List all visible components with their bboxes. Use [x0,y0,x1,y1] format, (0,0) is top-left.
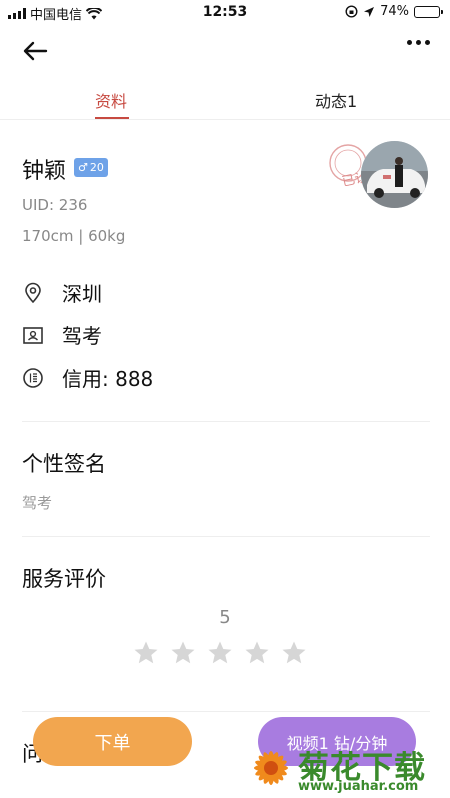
location-arrow-icon [364,6,375,17]
tab-activity[interactable]: 动态1 [315,88,357,112]
battery-percent: 74% [380,4,409,19]
orientation-lock-icon [345,5,358,18]
divider [22,421,430,422]
watermark-url: www.juahar.com [298,779,419,794]
star-icon [134,641,158,664]
credit-icon [23,367,43,388]
back-arrow-icon[interactable] [20,36,50,66]
divider [22,711,430,712]
avatar[interactable] [361,141,428,208]
star-rating [133,640,307,666]
order-button[interactable]: 下单 [33,717,192,766]
star-icon [245,641,269,664]
info-service-row: 驾考 [22,320,102,349]
gender-age-badge: ♂ 20 [74,158,108,177]
chrysanthemum-logo-icon [254,751,288,785]
battery-icon [414,5,443,18]
age-value: 20 [89,161,104,174]
review-title: 服务评价 [22,567,106,591]
site-watermark: 菊花下载网 www.juahar.com [246,738,450,798]
id-card-icon [23,326,43,344]
credit-label: 信用: 888 [62,367,154,391]
info-credit-row: 信用: 888 [22,363,153,392]
profile-name: 钟颖 [22,159,67,184]
more-options-icon[interactable] [407,40,430,45]
nav-bar [0,28,450,72]
active-tab-indicator [95,117,129,119]
star-icon [282,641,306,664]
location-pin-icon [25,282,41,303]
service-label: 驾考 [62,324,102,348]
star-icon [208,641,232,664]
divider [22,536,430,537]
signature-text: 驾考 [22,494,53,512]
tab-bar: 资料 动态1 [0,78,450,120]
male-icon: ♂ [78,161,88,174]
user-id: UID: 236 [22,196,88,214]
avatar-photo [361,141,428,208]
signature-title: 个性签名 [22,452,106,476]
review-score: 5 [219,607,231,628]
info-city-row: 深圳 [22,278,102,307]
tab-profile[interactable]: 资料 [95,88,127,112]
star-icon [171,641,195,664]
height-weight: 170cm | 60kg [22,227,126,245]
city-label: 深圳 [62,282,102,306]
status-bar: 中国电信 12:53 74% [0,0,450,24]
status-right: 74% [345,4,443,19]
